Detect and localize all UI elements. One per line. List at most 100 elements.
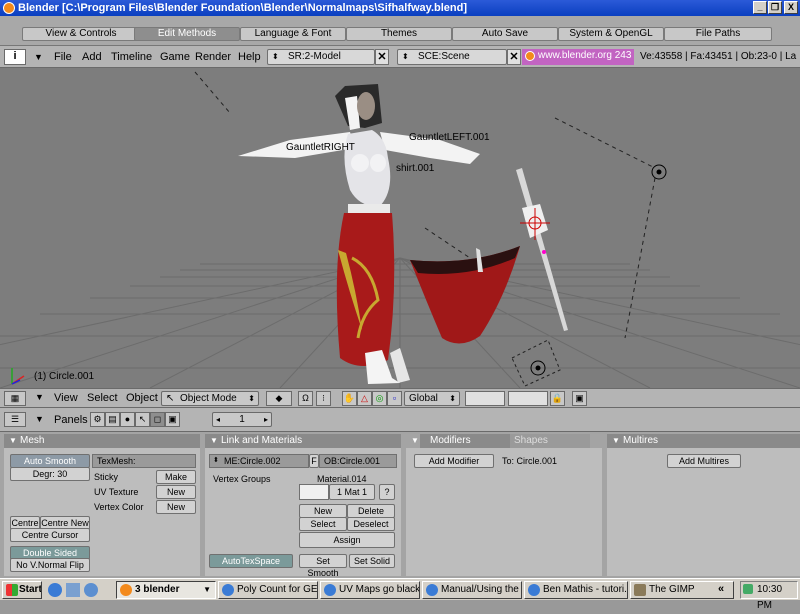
ie-quicklaunch-icon[interactable] <box>48 583 62 597</box>
camera-icon[interactable] <box>511 339 561 387</box>
arrow-left-icon[interactable]: ◂ <box>216 413 220 426</box>
material-deselect-button[interactable]: Deselect <box>347 517 395 531</box>
window-type-grid-icon[interactable]: ▦ <box>4 391 26 406</box>
menu-file[interactable]: File <box>54 50 72 64</box>
character-model[interactable] <box>238 84 568 384</box>
menu-timeline[interactable]: Timeline <box>111 50 152 64</box>
vertex-color-new-button[interactable]: New <box>156 500 196 514</box>
auto-smooth-button[interactable]: Auto Smooth <box>10 454 90 468</box>
tab-shapes[interactable]: Shapes <box>510 434 590 448</box>
media-quicklaunch-icon[interactable] <box>84 583 98 597</box>
set-smooth-button[interactable]: Set Smooth <box>299 554 347 578</box>
menu-help[interactable]: Help <box>238 50 261 64</box>
collapse-triangle-icon[interactable]: ▼ <box>9 434 17 448</box>
task-uv-maps[interactable]: UV Maps go black ... <box>320 581 420 599</box>
task-ben-mathis[interactable]: Ben Mathis - tutori... <box>524 581 628 599</box>
maximize-button[interactable]: ❐ <box>768 1 782 14</box>
rotate-icon[interactable]: ◎ <box>372 391 387 406</box>
info-window-icon[interactable]: i <box>4 49 26 65</box>
task-blender[interactable]: 3 blender ▼ <box>116 581 216 599</box>
tab-language-font[interactable]: Language & Font <box>240 27 346 41</box>
browse-icon[interactable]: ⬍ <box>213 455 219 467</box>
orientation-selector[interactable]: Global ⬍ <box>404 391 460 406</box>
task-manual[interactable]: Manual/Using the ... <box>422 581 522 599</box>
fake-user-button[interactable]: F <box>309 454 319 468</box>
degree-field[interactable]: Degr: 30 <box>10 467 90 481</box>
uv-texture-new-button[interactable]: New <box>156 485 196 499</box>
object-name-field[interactable]: OB:Circle.001 <box>319 454 397 468</box>
layer-buttons-2[interactable] <box>508 391 548 406</box>
tab-file-paths[interactable]: File Paths <box>664 27 772 41</box>
draw-type-icon[interactable]: ◆ <box>266 391 292 406</box>
editing-context-icon[interactable]: ◻ <box>150 412 165 427</box>
material-new-button[interactable]: New <box>299 504 347 518</box>
scene-selector[interactable]: ⬍ SCE:Scene <box>397 49 507 65</box>
frame-counter[interactable]: ◂ 1 ▸ <box>212 412 272 427</box>
explorer-quicklaunch-icon[interactable] <box>66 583 80 597</box>
pivot-icon[interactable]: Ω <box>298 391 313 406</box>
start-button[interactable]: Start <box>2 581 42 599</box>
material-select-button[interactable]: Select <box>299 517 347 531</box>
translate-icon[interactable]: △ <box>357 391 372 406</box>
manipulator-icon[interactable]: ⁝ <box>316 391 331 406</box>
collapse-triangle-icon[interactable]: ▼ <box>612 434 620 448</box>
multires-panel-header[interactable]: ▼ Multires <box>607 434 800 448</box>
autotexspace-button[interactable]: AutoTexSpace <box>209 554 293 568</box>
menu-view[interactable]: View <box>54 392 78 404</box>
mode-selector[interactable]: ↖ Object Mode ⬍ <box>161 391 259 406</box>
collapse-menu-icon[interactable]: ▼ <box>35 414 44 424</box>
collapse-triangle-icon[interactable]: ▼ <box>411 434 419 448</box>
logic-context-icon[interactable]: ⚙ <box>90 412 105 427</box>
collapse-triangle-icon[interactable]: ▼ <box>210 434 218 448</box>
object-context-icon[interactable]: ↖ <box>135 412 150 427</box>
3d-viewport[interactable]: GauntletLEFT.001 GauntletRIGHT shirt.001… <box>0 68 800 388</box>
menu-render[interactable]: Render <box>195 50 231 64</box>
blender-url-banner[interactable]: www.blender.org 243 <box>522 49 634 65</box>
add-multires-button[interactable]: Add Multires <box>667 454 741 468</box>
link-panel-header[interactable]: ▼ Link and Materials <box>205 434 401 448</box>
render-icon[interactable]: ▣ <box>572 391 587 406</box>
tab-themes[interactable]: Themes <box>346 27 452 41</box>
set-solid-button[interactable]: Set Solid <box>349 554 395 568</box>
show-hidden-icons-chevron[interactable]: « <box>718 583 724 595</box>
lock-icon[interactable]: 🔒 <box>550 391 565 406</box>
tab-edit-methods[interactable]: Edit Methods <box>134 27 240 41</box>
task-poly-count[interactable]: Poly Count for GE ... <box>218 581 318 599</box>
collapse-menu-icon[interactable]: ▼ <box>35 392 44 402</box>
tab-modifiers[interactable]: Modifiers <box>420 434 510 448</box>
mesh-panel-header[interactable]: ▼ Mesh <box>4 434 200 448</box>
layer-buttons-1[interactable] <box>465 391 505 406</box>
arrow-right-icon[interactable]: ▸ <box>264 413 268 426</box>
delete-screen-button[interactable]: ✕ <box>375 49 389 65</box>
screen-selector[interactable]: ⬍ SR:2-Model <box>267 49 375 65</box>
centre-cursor-button[interactable]: Centre Cursor <box>10 528 90 542</box>
system-clock[interactable]: 10:30 PM <box>740 581 798 611</box>
screen-browse-icon[interactable]: ⬍ <box>272 50 279 64</box>
add-modifier-button[interactable]: Add Modifier <box>414 454 494 468</box>
texmesh-field[interactable]: TexMesh: <box>92 454 196 468</box>
mesh-datablock-field[interactable]: ⬍ ME:Circle.002 <box>209 454 309 468</box>
menu-object[interactable]: Object <box>126 392 158 404</box>
close-button[interactable]: X <box>784 1 798 14</box>
tab-system-opengl[interactable]: System & OpenGL <box>558 27 664 41</box>
script-context-icon[interactable]: ▤ <box>105 412 120 427</box>
tab-auto-save[interactable]: Auto Save <box>452 27 558 41</box>
menu-select[interactable]: Select <box>87 392 118 404</box>
tab-view-controls[interactable]: View & Controls <box>22 27 140 41</box>
material-help-button[interactable]: ? <box>379 484 395 500</box>
menu-game[interactable]: Game <box>160 50 190 64</box>
minimize-button[interactable]: _ <box>753 1 767 14</box>
menu-add[interactable]: Add <box>82 50 102 64</box>
material-index-field[interactable]: 1 Mat 1 <box>329 484 375 500</box>
scene-context-icon[interactable]: ▣ <box>165 412 180 427</box>
sticky-make-button[interactable]: Make <box>156 470 196 484</box>
collapse-menu-icon[interactable]: ▼ <box>34 50 43 64</box>
hand-icon[interactable]: ✋ <box>342 391 357 406</box>
window-type-buttons-icon[interactable]: ☰ <box>4 412 26 427</box>
tray-icon[interactable] <box>743 584 753 594</box>
lamp-icon[interactable] <box>651 164 667 180</box>
scene-browse-icon[interactable]: ⬍ <box>402 50 409 64</box>
delete-scene-button[interactable]: ✕ <box>507 49 521 65</box>
no-vnormal-flip-button[interactable]: No V.Normal Flip <box>10 558 90 572</box>
scale-icon[interactable]: ▫ <box>387 391 402 406</box>
